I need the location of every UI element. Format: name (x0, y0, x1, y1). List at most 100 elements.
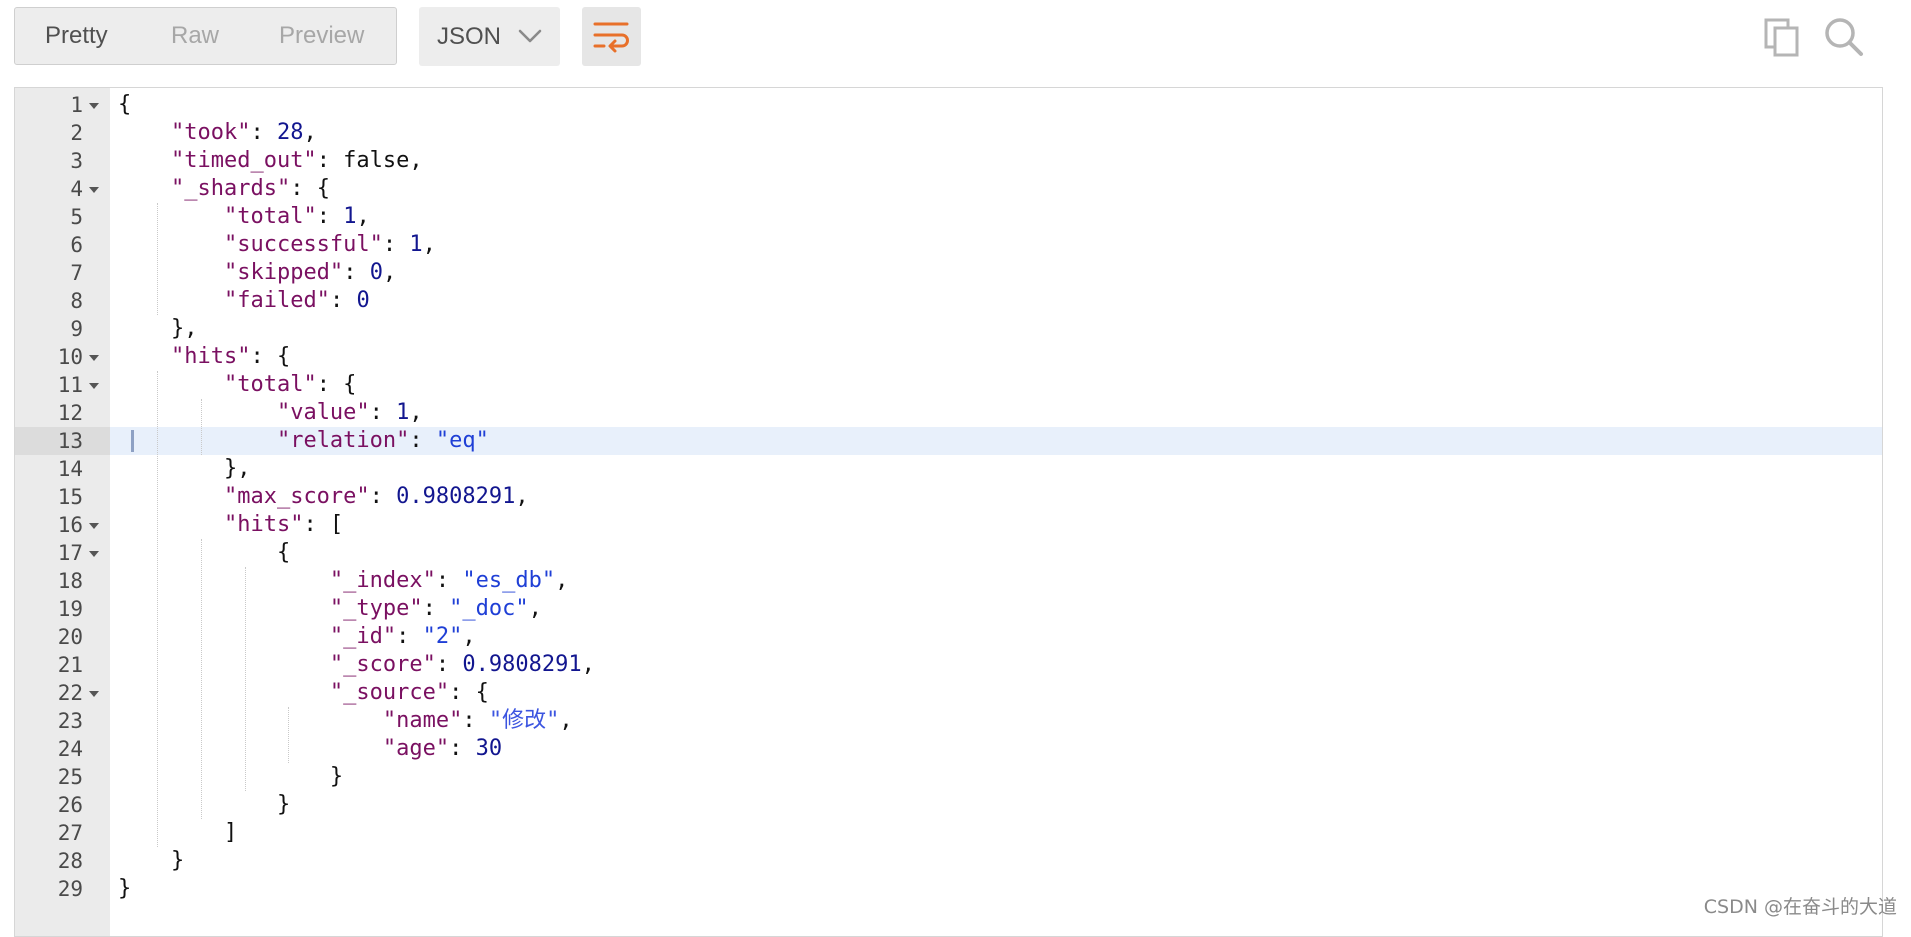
code-line[interactable]: 26 } (15, 791, 1882, 819)
code-line[interactable]: 4 "_shards": { (15, 175, 1882, 203)
fold-toggle-icon[interactable] (89, 551, 99, 557)
code-line[interactable]: 19 "_type": "_doc", (15, 595, 1882, 623)
code-line[interactable]: 23 "name": "修改", (15, 707, 1882, 735)
code-lines: 1{2 "took": 28, 3 "timed_out": false, 4 "_… (15, 91, 1882, 903)
code-line[interactable]: 8 "failed": 0 (15, 287, 1882, 315)
code-text: "relation": "eq" (118, 427, 489, 455)
code-token: 28 (276, 120, 304, 145)
indent-guide (201, 539, 202, 819)
code-text: "hits": { (118, 343, 290, 371)
code-line[interactable]: 27 ] (15, 819, 1882, 847)
code-line[interactable]: 6 "successful": 1, (15, 231, 1882, 259)
code-token: : { (316, 372, 357, 397)
code-token: "hits" (223, 512, 304, 537)
copy-button[interactable] (1764, 18, 1804, 58)
fold-toggle-icon[interactable] (89, 691, 99, 697)
code-line[interactable]: 1{ (15, 91, 1882, 119)
code-line[interactable]: 10 "hits": { (15, 343, 1882, 371)
fold-toggle-icon[interactable] (89, 355, 99, 361)
line-number: 25 (57, 765, 83, 789)
code-text: "failed": 0 (118, 287, 370, 315)
code-token: "name" (382, 708, 463, 733)
code-token: "total" (223, 204, 317, 229)
code-text: "_type": "_doc", (118, 595, 542, 623)
code-text: "took": 28, (118, 119, 317, 147)
code-line[interactable]: 22 "_source": { (15, 679, 1882, 707)
code-line[interactable]: 3 "timed_out": false, (15, 147, 1882, 175)
code-line[interactable]: 7 "skipped": 0, (15, 259, 1882, 287)
code-text: "age": 30 (118, 735, 502, 763)
view-mode-tabs: Pretty Raw Preview (14, 7, 397, 65)
format-dropdown-value: JSON (437, 23, 502, 50)
code-line[interactable]: 16 "hits": [ (15, 511, 1882, 539)
code-token: 0 (356, 288, 370, 313)
fold-toggle-icon[interactable] (89, 523, 99, 529)
line-number: 26 (57, 793, 83, 817)
code-line[interactable]: 17 { (15, 539, 1882, 567)
indent-guide (157, 203, 158, 315)
code-line[interactable]: 28 } (15, 847, 1882, 875)
code-token: ] (118, 820, 238, 845)
code-line[interactable]: 29} (15, 875, 1882, 903)
code-token: "_source" (329, 680, 450, 705)
tab-preview[interactable]: Preview (279, 8, 364, 64)
code-line[interactable]: 25 } (15, 763, 1882, 791)
code-line[interactable]: 12 "value": 1, (15, 399, 1882, 427)
code-token: "_index" (329, 568, 436, 593)
code-token: 1 (409, 232, 423, 257)
code-token: , (356, 204, 370, 229)
code-line[interactable]: 24 "age": 30 (15, 735, 1882, 763)
line-number: 18 (57, 569, 83, 593)
code-text: "successful": 1, (118, 231, 436, 259)
code-line[interactable]: 11 "total": { (15, 371, 1882, 399)
code-token: 1 (396, 400, 410, 425)
line-number: 9 (70, 317, 83, 341)
wrap-lines-button[interactable] (582, 7, 641, 66)
tab-raw[interactable]: Raw (171, 8, 219, 64)
line-number: 4 (70, 177, 83, 201)
code-line[interactable]: 20 "_id": "2", (15, 623, 1882, 651)
code-token: "relation" (276, 428, 410, 453)
code-line[interactable]: 18 "_index": "es_db", (15, 567, 1882, 595)
line-number: 17 (57, 541, 83, 565)
code-token: : (396, 624, 423, 649)
response-body-editor[interactable]: 1{2 "took": 28, 3 "timed_out": false, 4 "_… (14, 87, 1883, 937)
wrap-lines-icon (593, 22, 629, 53)
code-line[interactable]: 2 "took": 28, (15, 119, 1882, 147)
code-token: : (369, 484, 397, 509)
search-button[interactable] (1823, 16, 1865, 58)
code-token: 30 (475, 736, 503, 761)
code-token: "修改" (488, 708, 560, 733)
code-token: "value" (276, 400, 370, 425)
code-token: : (422, 596, 450, 621)
watermark: CSDN @在奋斗的大道 (1703, 896, 1897, 918)
code-line[interactable]: 14 }, (15, 455, 1882, 483)
format-dropdown[interactable]: JSON (419, 7, 560, 66)
code-token: : (449, 736, 476, 761)
code-line[interactable]: 13 "relation": "eq" (15, 427, 1882, 455)
copy-icon (1764, 18, 1799, 57)
code-token: : (435, 652, 463, 677)
code-token: : { (290, 176, 330, 201)
code-token: "_doc" (449, 596, 529, 621)
fold-toggle-icon[interactable] (89, 383, 99, 389)
code-line[interactable]: 21 "_score": 0.9808291, (15, 651, 1882, 679)
line-number: 6 (70, 233, 83, 257)
code-token: }, (118, 316, 198, 341)
code-token: "max_score" (223, 484, 370, 509)
code-line[interactable]: 5 "total": 1, (15, 203, 1882, 231)
tab-pretty[interactable]: Pretty (45, 8, 108, 64)
fold-toggle-icon[interactable] (89, 187, 99, 193)
line-number: 23 (57, 709, 83, 733)
code-token: "failed" (223, 288, 330, 313)
code-line[interactable]: 9 }, (15, 315, 1882, 343)
code-line[interactable]: 15 "max_score": 0.9808291, (15, 483, 1882, 511)
fold-toggle-icon[interactable] (89, 103, 99, 109)
line-number: 8 (70, 289, 83, 313)
